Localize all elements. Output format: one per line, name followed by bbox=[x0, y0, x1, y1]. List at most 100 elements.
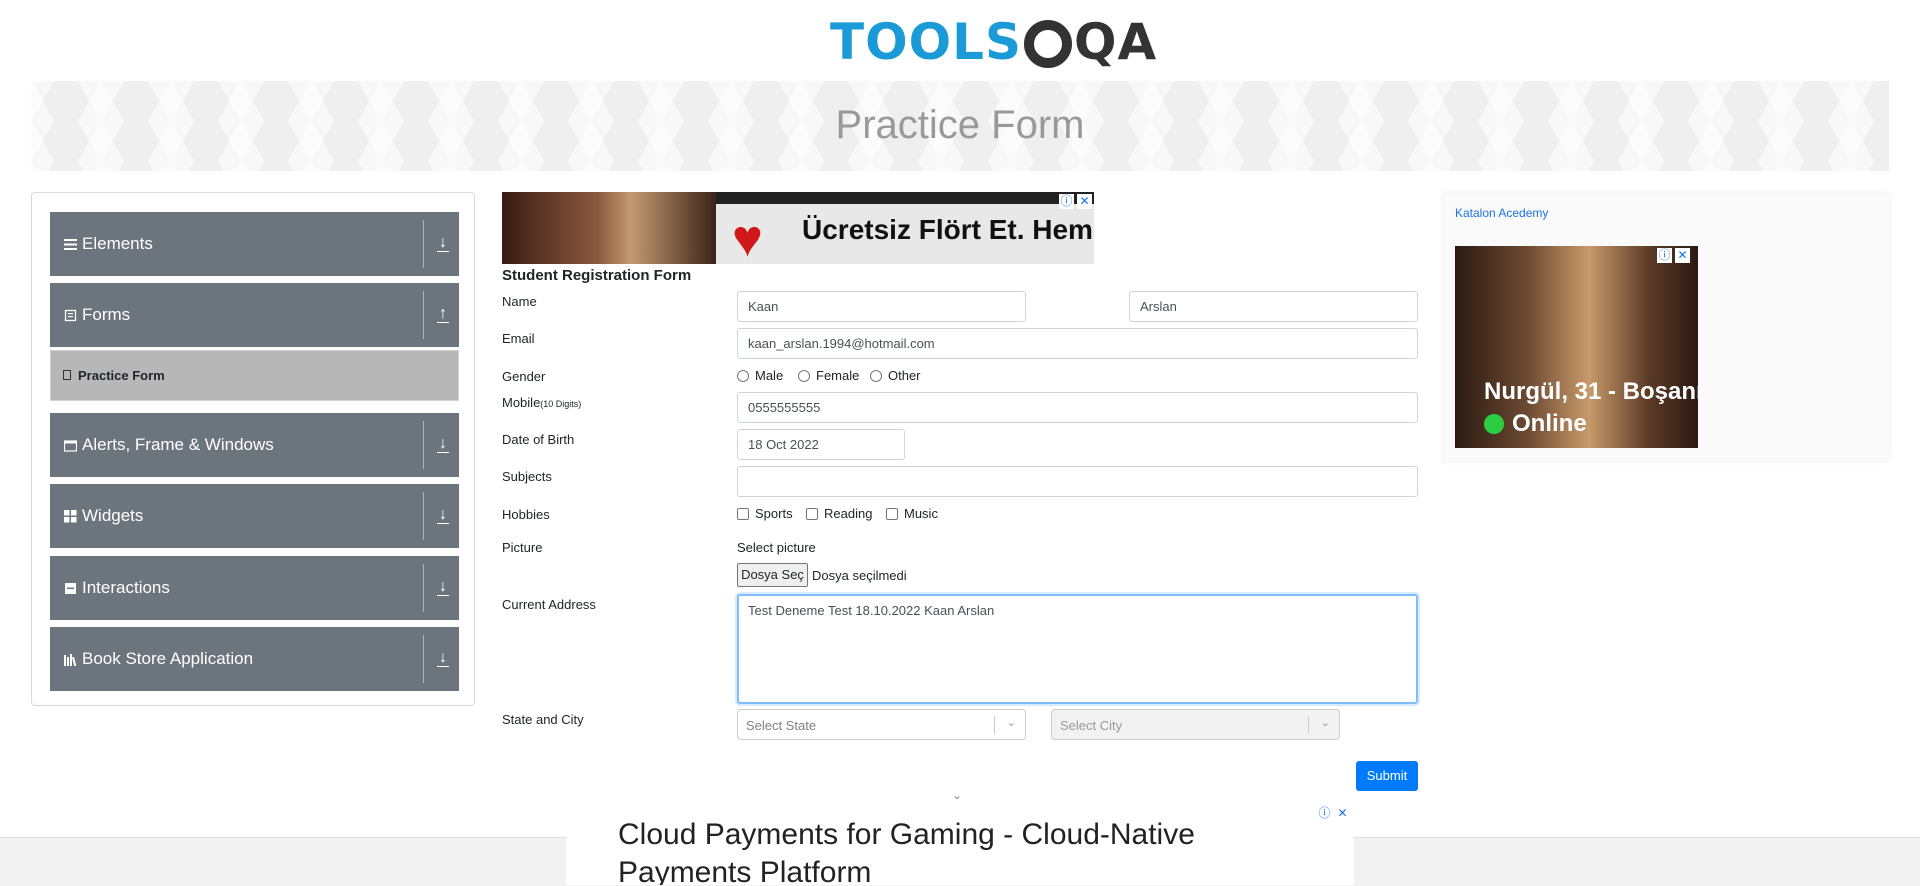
ad-controls: ⓘ ✕ bbox=[1317, 806, 1350, 821]
right-ad[interactable]: Katalon Acedemy Nurgül, 31 - Boşanmış On… bbox=[1443, 193, 1889, 461]
hobby-checkbox-music[interactable]: Music bbox=[886, 506, 938, 521]
state-select[interactable]: Select State ⌄ bbox=[737, 709, 1026, 740]
ad-info-icon[interactable]: ⓘ bbox=[1657, 248, 1672, 263]
chevron-down-icon: ⌄ bbox=[1320, 717, 1330, 729]
divider bbox=[423, 492, 424, 540]
form-icon bbox=[64, 309, 77, 322]
gender-radio-female[interactable]: Female bbox=[798, 368, 859, 383]
sidebar-group-interactions[interactable]: Interactions ↓ bbox=[50, 556, 459, 620]
bottom-ad-banner[interactable]: Cloud Payments for Gaming - Cloud-Native… bbox=[566, 804, 1354, 885]
radio-circle[interactable] bbox=[870, 369, 882, 382]
sidebar-group-label: Interactions bbox=[82, 578, 170, 597]
divider bbox=[994, 716, 995, 734]
ad-image bbox=[502, 192, 716, 264]
ad-status: Online bbox=[1484, 410, 1587, 438]
ad-info-icon[interactable]: ⓘ bbox=[1059, 194, 1074, 209]
sidebar-group-label: Widgets bbox=[82, 506, 144, 525]
expand-arrow-icon[interactable]: ↓ bbox=[435, 647, 451, 669]
expand-arrow-icon[interactable]: ↓ bbox=[435, 232, 451, 254]
window-icon bbox=[63, 439, 78, 452]
radio-circle[interactable] bbox=[737, 369, 749, 382]
sidebar-group-book-store[interactable]: Book Store Application ↓ bbox=[50, 627, 459, 691]
sidebar-group-label: Alerts, Frame & Windows bbox=[82, 435, 274, 454]
sidebar: Elements ↓ Forms ↑ Practice Form Alerts,… bbox=[31, 192, 475, 706]
interaction-icon bbox=[64, 582, 77, 595]
subjects-label: Subjects bbox=[502, 469, 552, 484]
sidebar-item-label: Practice Form bbox=[78, 368, 165, 383]
top-ad-banner[interactable]: ♥ Ücretsiz Flört Et. Hemen Tanış ⓘ ✕ bbox=[502, 192, 1094, 264]
state-city-label: State and City bbox=[502, 712, 584, 727]
sidebar-group-label: Elements bbox=[82, 234, 153, 253]
picture-label: Picture bbox=[502, 540, 543, 555]
ad-text: Cloud Payments for Gaming - Cloud-Native… bbox=[618, 818, 1195, 885]
toolsqa-logo[interactable]: TOOLS QA bbox=[830, 12, 1157, 72]
checkbox-box[interactable] bbox=[737, 507, 749, 520]
file-choose-button[interactable]: Dosya Seç bbox=[737, 563, 808, 587]
email-input[interactable]: kaan_arslan.1994@hotmail.com bbox=[737, 328, 1418, 359]
ad-headline: Nurgül, 31 - Boşanmış bbox=[1484, 378, 1698, 405]
sidebar-group-forms[interactable]: Forms ↑ bbox=[50, 283, 459, 347]
online-dot-icon bbox=[1484, 414, 1504, 434]
state-placeholder: Select State bbox=[746, 718, 817, 733]
email-label: Email bbox=[502, 331, 535, 346]
file-status: Dosya seçilmedi bbox=[812, 568, 907, 583]
widgets-icon bbox=[64, 510, 77, 523]
chevron-down-icon: ⌄ bbox=[1006, 717, 1016, 729]
ad-panel: ♥ Ücretsiz Flört Et. Hemen Tanış bbox=[716, 204, 1094, 264]
divider bbox=[423, 220, 424, 268]
ad-status-text: Online bbox=[1512, 410, 1587, 437]
city-select[interactable]: Select City ⌄ bbox=[1051, 709, 1340, 740]
expand-arrow-icon[interactable]: ↓ bbox=[435, 504, 451, 526]
ad-info-icon[interactable]: ⓘ bbox=[1317, 806, 1332, 821]
checkbox-box[interactable] bbox=[886, 507, 898, 520]
submit-button[interactable]: Submit bbox=[1356, 761, 1418, 791]
radio-circle[interactable] bbox=[798, 369, 810, 382]
katalon-ad-link[interactable]: Katalon Acedemy bbox=[1455, 206, 1548, 220]
menu-icon bbox=[64, 238, 77, 251]
gender-radio-other[interactable]: Other bbox=[870, 368, 921, 383]
collapse-arrow-icon[interactable]: ↑ bbox=[435, 303, 451, 325]
subjects-input[interactable] bbox=[737, 466, 1418, 497]
page-banner: Practice Form bbox=[31, 81, 1889, 171]
ad-close-icon[interactable]: ✕ bbox=[1335, 806, 1350, 821]
hobby-checkbox-sports[interactable]: Sports bbox=[737, 506, 793, 521]
gear-icon bbox=[1024, 20, 1072, 68]
city-placeholder: Select City bbox=[1060, 718, 1123, 733]
dob-input[interactable]: 18 Oct 2022 bbox=[737, 429, 905, 460]
last-name-input[interactable]: Arslan bbox=[1129, 291, 1418, 322]
address-label: Current Address bbox=[502, 597, 596, 612]
books-icon bbox=[64, 653, 77, 667]
checkbox-box[interactable] bbox=[806, 507, 818, 520]
form-icon bbox=[63, 370, 71, 380]
sidebar-item-practice-form[interactable]: Practice Form bbox=[50, 350, 459, 401]
address-textarea[interactable]: Test Deneme Test 18.10.2022 Kaan Arslan bbox=[737, 594, 1418, 704]
heart-icon: ♥ bbox=[732, 210, 763, 264]
logo-text-qa: QA bbox=[1074, 13, 1158, 71]
mobile-label-text: Mobile bbox=[502, 395, 541, 410]
radio-label: Female bbox=[816, 368, 860, 383]
sidebar-group-alerts[interactable]: Alerts, Frame & Windows ↓ bbox=[50, 413, 459, 477]
ad-close-icon[interactable]: ✕ bbox=[1077, 194, 1092, 209]
sidebar-group-label: Forms bbox=[82, 305, 131, 324]
divider bbox=[423, 564, 424, 612]
expand-arrow-icon[interactable]: ↓ bbox=[435, 433, 451, 455]
hobby-checkbox-reading[interactable]: Reading bbox=[806, 506, 872, 521]
gender-radio-male[interactable]: Male bbox=[737, 368, 783, 383]
sidebar-group-elements[interactable]: Elements ↓ bbox=[50, 212, 459, 276]
checkbox-label: Reading bbox=[824, 506, 873, 521]
divider bbox=[423, 421, 424, 469]
mobile-label: Mobile(10 Digits) bbox=[502, 395, 581, 410]
ad-close-icon[interactable]: ✕ bbox=[1675, 248, 1690, 263]
ad-text: Ücretsiz Flört Et. Hemen Tanış bbox=[802, 214, 1094, 245]
ad-controls: ⓘ ✕ bbox=[1657, 248, 1690, 263]
ad-image[interactable]: Nurgül, 31 - Boşanmış Online ⓘ ✕ bbox=[1455, 246, 1698, 448]
gender-label: Gender bbox=[502, 369, 546, 384]
mobile-hint: (10 Digits) bbox=[540, 399, 582, 409]
first-name-input[interactable]: Kaan bbox=[737, 291, 1026, 322]
page-title: Practice Form bbox=[835, 103, 1085, 147]
expand-arrow-icon[interactable]: ↓ bbox=[435, 576, 451, 598]
sidebar-group-widgets[interactable]: Widgets ↓ bbox=[50, 484, 459, 548]
chevron-down-icon[interactable]: ⌄ bbox=[952, 788, 962, 802]
mobile-input[interactable]: 0555555555 bbox=[737, 392, 1418, 423]
checkbox-label: Sports bbox=[755, 506, 793, 521]
